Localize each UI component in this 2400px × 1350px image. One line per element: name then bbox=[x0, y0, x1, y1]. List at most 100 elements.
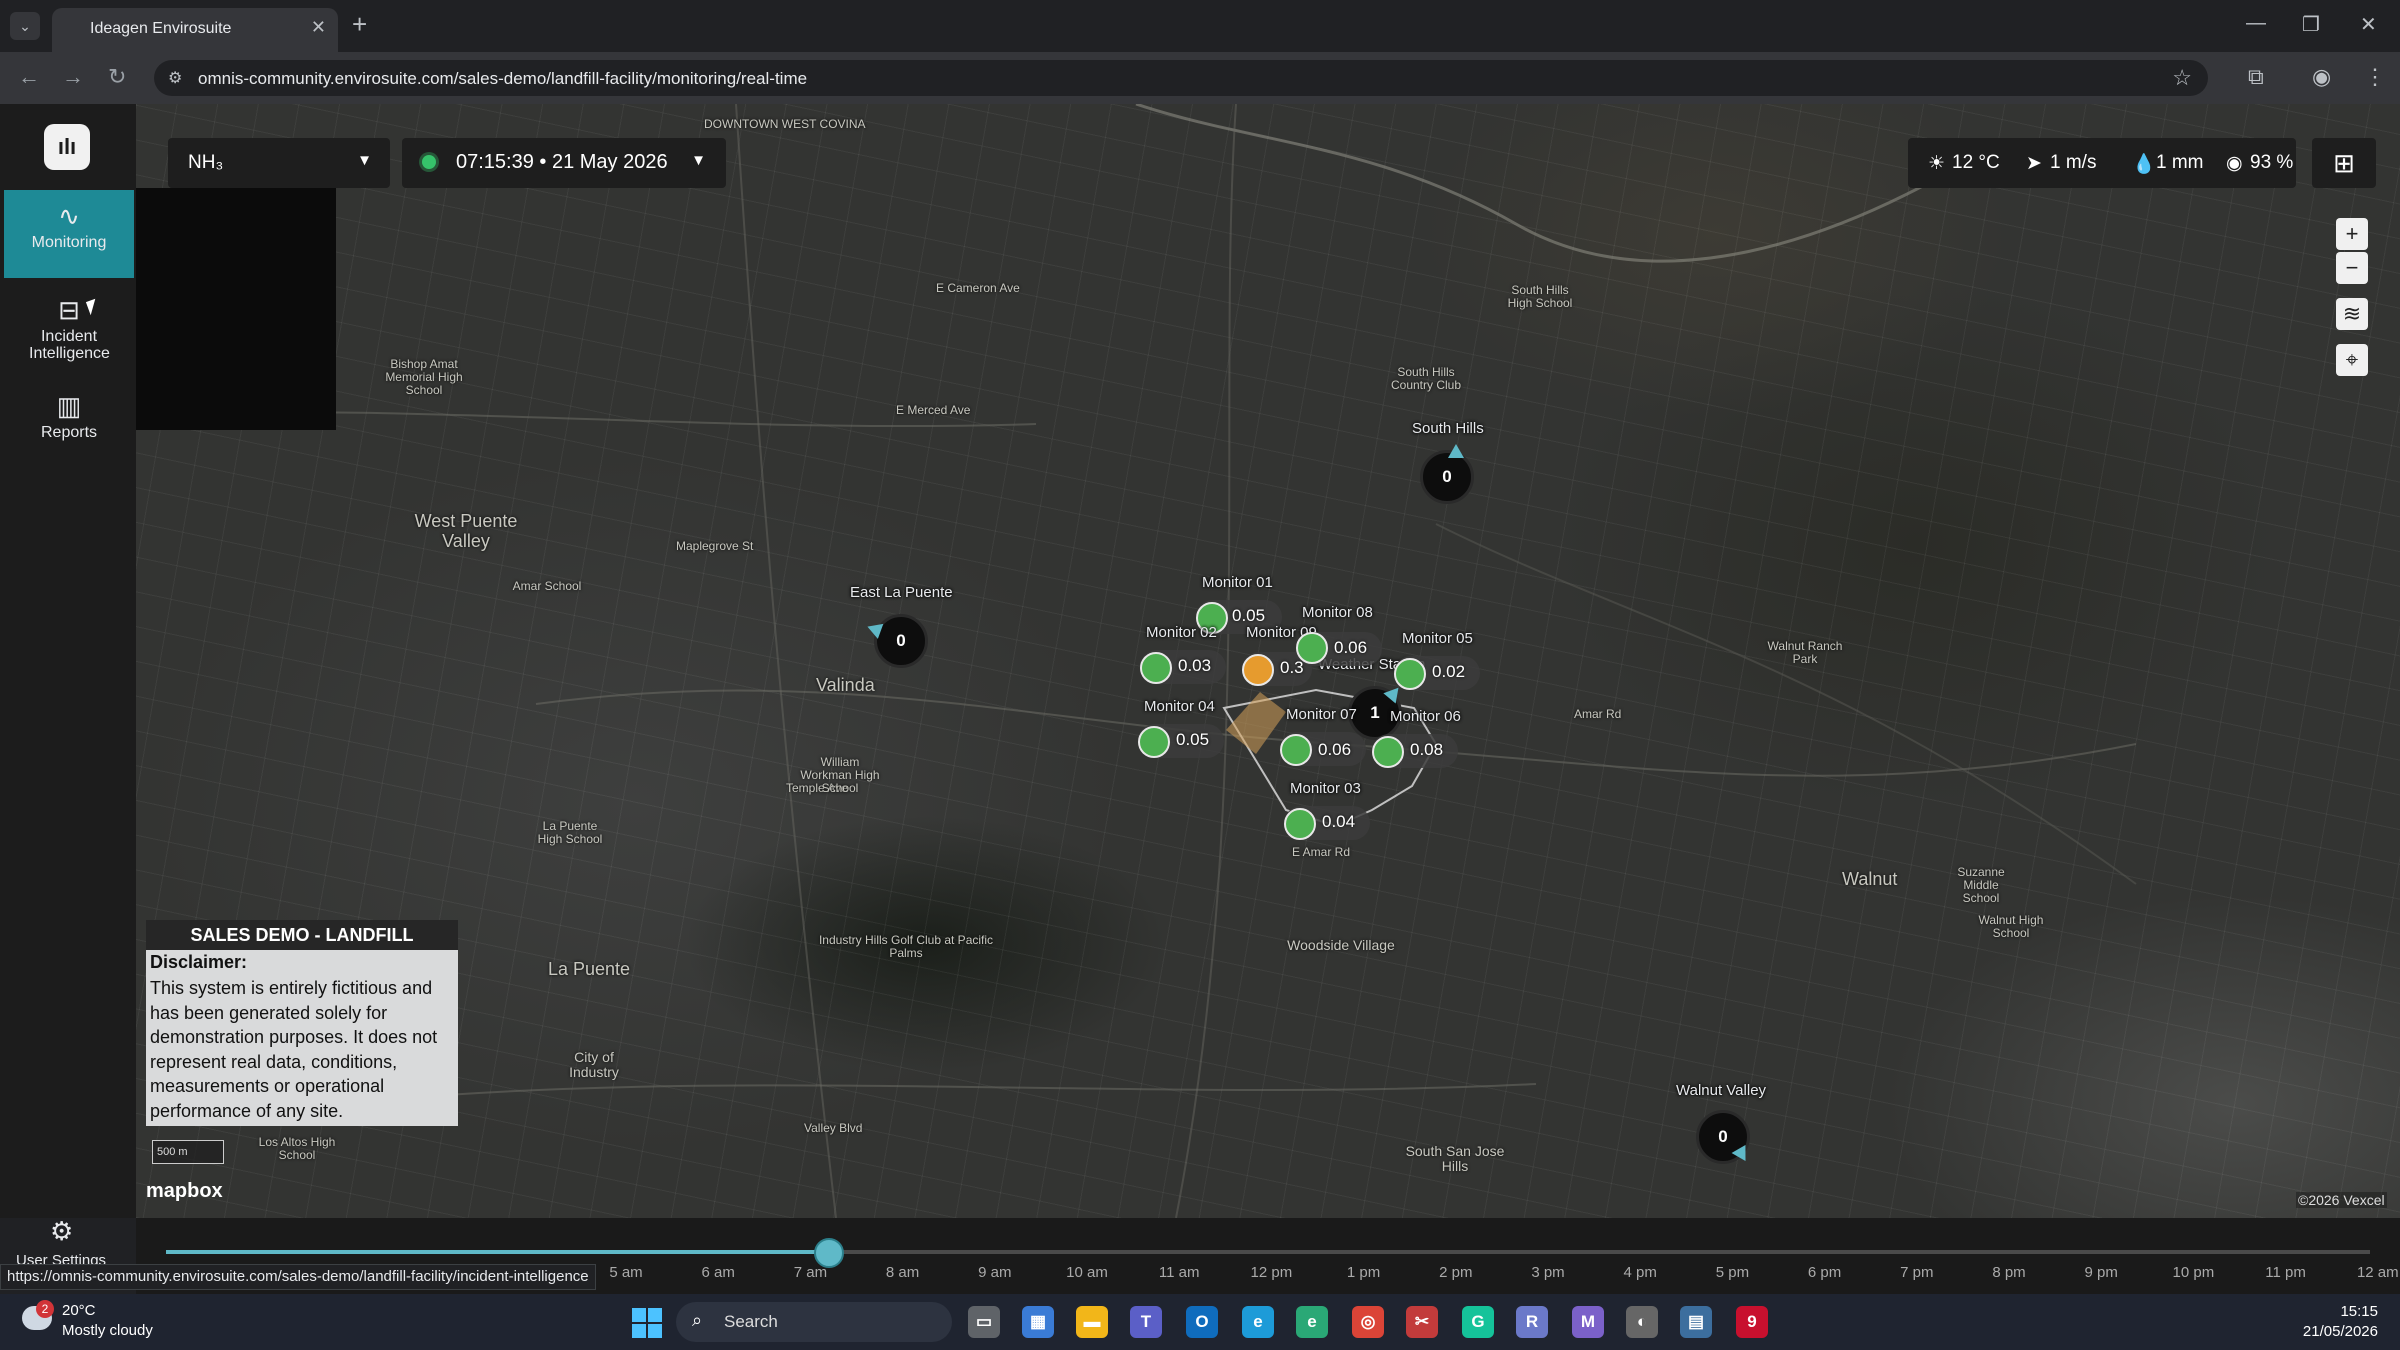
bookmark-star-icon[interactable]: ☆ bbox=[2172, 65, 2192, 91]
humidity-value: 93 % bbox=[2250, 152, 2294, 173]
taskbar-search[interactable]: ⌕ Search bbox=[676, 1302, 952, 1342]
minimize-icon[interactable]: — bbox=[2246, 12, 2266, 35]
timeline-tick: 6 pm bbox=[1807, 1264, 1842, 1281]
wind-direction-icon: ➤ bbox=[2026, 153, 2042, 174]
browser-tab[interactable]: Ideagen Envirosuite ✕ bbox=[52, 8, 338, 52]
rain-drop-icon: 💧 bbox=[2132, 154, 2156, 175]
monitor-label: Monitor 02 bbox=[1146, 624, 1217, 641]
nav-label: Monitoring bbox=[31, 234, 107, 251]
timeline-tick: 9 pm bbox=[2084, 1264, 2118, 1281]
app-red-icon[interactable]: 9 bbox=[1736, 1306, 1768, 1338]
monitor-value: 0.04 bbox=[1322, 812, 1356, 831]
live-status-dot bbox=[422, 155, 436, 169]
location-pin-icon[interactable]: ⌖ bbox=[2336, 344, 2368, 376]
nav-item-reports[interactable]: ▥ Reports bbox=[4, 380, 134, 468]
pollutant-select[interactable]: NH₃ ▼ bbox=[168, 138, 390, 188]
place-label: Maplegrove St bbox=[676, 539, 754, 553]
monitor-label: Monitor 01 bbox=[1202, 574, 1273, 591]
outlook-icon[interactable]: O bbox=[1186, 1306, 1218, 1338]
place-label: Valinda bbox=[816, 675, 875, 695]
site-label-south-hills: South Hills bbox=[1412, 420, 1484, 437]
layers-icon[interactable]: ≋ bbox=[2336, 298, 2368, 330]
windows-taskbar: 2 20°C Mostly cloudy ⌕ Search ▭ ▦ ▬ T O … bbox=[0, 1294, 2400, 1350]
menu-icon[interactable]: ⋮ bbox=[2364, 64, 2386, 90]
taskbar-condition[interactable]: Mostly cloudy bbox=[62, 1322, 153, 1339]
monitor-label: Monitor 05 bbox=[1402, 630, 1473, 647]
extensions-icon[interactable]: ⧉ bbox=[2248, 64, 2264, 90]
gear-icon[interactable]: ⚙ bbox=[50, 1216, 73, 1247]
monitor-status-dot bbox=[1394, 658, 1426, 690]
grid-view-icon[interactable]: ⊞ bbox=[2312, 138, 2376, 188]
browser-tab-bar: ⌄ Ideagen Envirosuite ✕ + — ❐ ✕ bbox=[0, 0, 2400, 52]
time-select[interactable]: 07:15:39 • 21 May 2026 ▼ bbox=[402, 138, 726, 188]
wind-arrow-icon bbox=[1448, 444, 1464, 458]
task-view-icon[interactable]: ▭ bbox=[968, 1306, 1000, 1338]
place-label: E Merced Ave bbox=[896, 403, 971, 417]
site-marker-east-la-puente[interactable]: 0 bbox=[874, 614, 928, 668]
timeline-tick: 8 am bbox=[885, 1264, 920, 1281]
tab-list-button[interactable]: ⌄ bbox=[10, 12, 40, 40]
nav-item-incident-intelligence[interactable]: ⊟ Incident Intelligence bbox=[4, 284, 134, 380]
calculator-icon[interactable]: ▤ bbox=[1680, 1306, 1712, 1338]
place-label: La Puente bbox=[548, 959, 631, 979]
clock-date: 21/05/2026 bbox=[2302, 1323, 2378, 1340]
timeline-track[interactable] bbox=[166, 1238, 2370, 1268]
app-logo-icon[interactable]: ılı bbox=[44, 124, 90, 170]
app-r-icon[interactable]: R bbox=[1516, 1306, 1548, 1338]
clock-time: 15:15 bbox=[2340, 1303, 2378, 1320]
monitor-label: Monitor 06 bbox=[1390, 708, 1461, 725]
new-tab-button[interactable]: + bbox=[352, 11, 367, 37]
place-label: Los Altos High School bbox=[258, 1135, 336, 1163]
timeline-tick: 2 pm bbox=[1439, 1264, 1473, 1281]
back-icon[interactable]: ← bbox=[18, 64, 40, 90]
edge-dev-icon[interactable]: e bbox=[1296, 1306, 1328, 1338]
search-label: Search bbox=[724, 1312, 778, 1331]
place-label: South Hills Country Club bbox=[1390, 365, 1462, 393]
url-text: omnis-community.envirosuite.com/sales-de… bbox=[198, 69, 808, 88]
chrome-icon[interactable]: ◎ bbox=[1352, 1306, 1384, 1338]
timeline-tick: 10 pm bbox=[2172, 1264, 2215, 1281]
reload-icon[interactable]: ↻ bbox=[108, 64, 126, 90]
close-window-icon[interactable]: ✕ bbox=[2360, 12, 2377, 37]
edge-icon[interactable]: e bbox=[1242, 1306, 1274, 1338]
tab-close-icon[interactable]: ✕ bbox=[311, 17, 326, 38]
monitor-label: Monitor 03 bbox=[1290, 780, 1361, 797]
forward-icon[interactable]: → bbox=[62, 64, 84, 90]
m365-icon[interactable]: M bbox=[1572, 1306, 1604, 1338]
nav-item-monitoring[interactable]: ∿ Monitoring bbox=[4, 190, 134, 278]
app-globe-icon[interactable]: ◐ bbox=[1626, 1306, 1658, 1338]
site-marker-south-hills[interactable]: 0 bbox=[1420, 450, 1474, 504]
pollutant-value: NH₃ bbox=[188, 152, 224, 173]
place-label: DOWNTOWN WEST COVINA bbox=[704, 117, 866, 131]
taskbar-temperature[interactable]: 20°C bbox=[62, 1302, 96, 1319]
disclaimer-body: This system is entirely fictitious and h… bbox=[150, 978, 438, 1121]
file-explorer-icon[interactable]: ▬ bbox=[1076, 1306, 1108, 1338]
zoom-in-button[interactable]: + bbox=[2336, 218, 2368, 250]
windows-start-icon[interactable] bbox=[632, 1308, 662, 1338]
chevron-down-icon: ▼ bbox=[357, 152, 372, 169]
disclaimer-box: Disclaimer: This system is entirely fict… bbox=[146, 950, 458, 1126]
profile-icon[interactable]: ◉ bbox=[2312, 64, 2331, 90]
site-info-icon[interactable]: ⚙ bbox=[168, 68, 182, 88]
place-label: Woodside Village bbox=[1287, 937, 1395, 953]
grammarly-icon[interactable]: G bbox=[1462, 1306, 1494, 1338]
timeline-tick: 9 am bbox=[978, 1264, 1012, 1281]
store-icon[interactable]: ▦ bbox=[1022, 1306, 1054, 1338]
restore-icon[interactable]: ❐ bbox=[2302, 12, 2320, 37]
monitor-status-dot bbox=[1242, 654, 1274, 686]
mapbox-logo[interactable]: mapbox bbox=[146, 1180, 223, 1203]
map-copyright[interactable]: ©2026 Vexcel bbox=[2296, 1192, 2387, 1208]
address-bar[interactable]: ⚙ omnis-community.envirosuite.com/sales-… bbox=[154, 60, 2208, 96]
taskbar-clock[interactable]: 15:15 21/05/2026 bbox=[2303, 1302, 2378, 1342]
disclaimer-heading: Disclaimer: bbox=[150, 952, 248, 972]
zoom-out-button[interactable]: − bbox=[2336, 252, 2368, 284]
timeline-tick: 12 pm bbox=[1250, 1264, 1293, 1281]
monitor-value: 0.03 bbox=[1178, 656, 1212, 675]
side-navigation: ılı ∿ Monitoring ⊟ Incident Intelligence… bbox=[0, 104, 136, 1269]
timeline-tick: 1 pm bbox=[1346, 1264, 1381, 1281]
nav-flyout-panel bbox=[136, 188, 336, 430]
snipping-tool-icon[interactable]: ✂ bbox=[1406, 1306, 1438, 1338]
teams-icon[interactable]: T bbox=[1130, 1306, 1162, 1338]
timeline-tick: 5 pm bbox=[1715, 1264, 1750, 1281]
place-label: Walnut Ranch Park bbox=[1767, 639, 1843, 667]
